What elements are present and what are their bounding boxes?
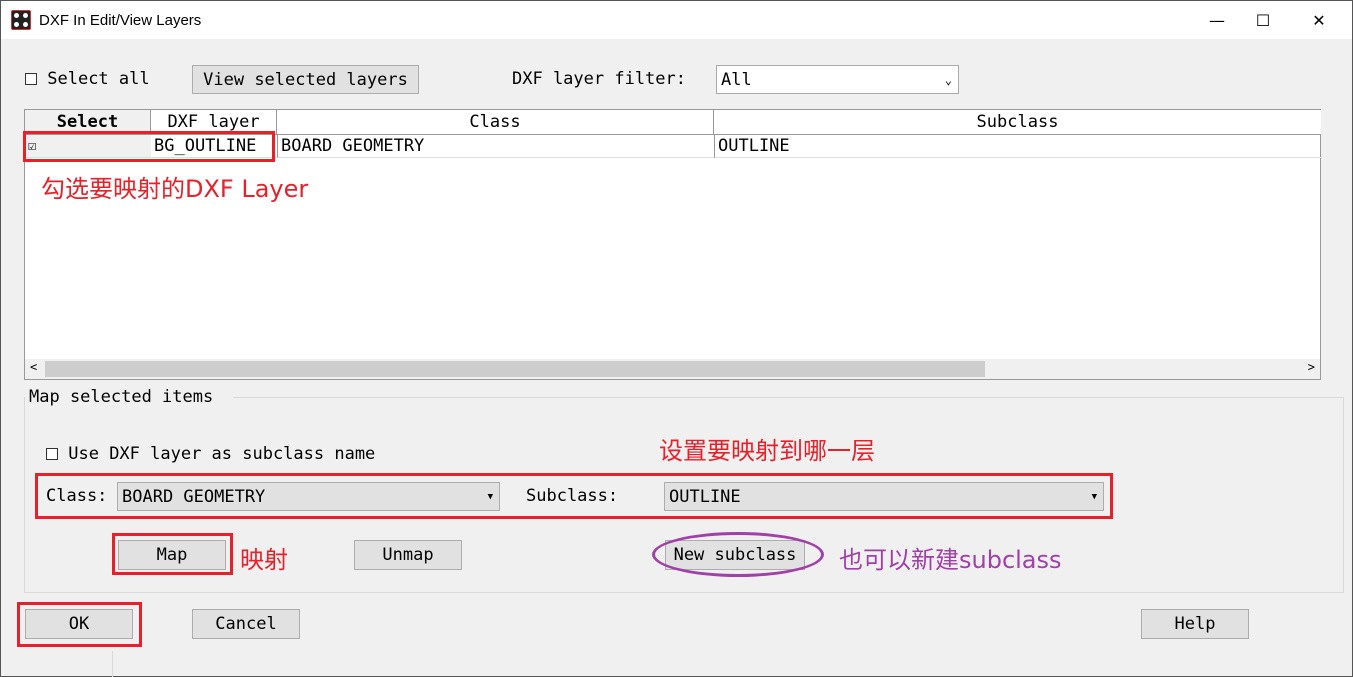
layer-filter-select[interactable]: All ⌄ xyxy=(716,65,959,94)
filter-label: DXF layer filter: xyxy=(512,69,686,89)
close-button[interactable]: ✕ xyxy=(1296,1,1342,39)
select-all-checkbox[interactable]: Select all xyxy=(25,69,150,89)
help-button[interactable]: Help xyxy=(1141,609,1249,639)
cell-subclass: OUTLINE xyxy=(714,135,1321,158)
annotation-set-layer: 设置要映射到哪一层 xyxy=(659,437,875,465)
scroll-right-icon[interactable]: > xyxy=(1308,360,1315,374)
annotation-select-layer: 勾选要映射的DXF Layer xyxy=(41,175,309,203)
use-dxf-subclass-checkbox[interactable]: Use DXF layer as subclass name xyxy=(46,444,375,464)
minimize-button[interactable]: — xyxy=(1194,1,1240,39)
highlight-box xyxy=(112,533,233,575)
use-dxf-label: Use DXF layer as subclass name xyxy=(68,444,376,464)
highlight-box xyxy=(17,602,142,647)
map-group-title: Map selected items xyxy=(29,387,214,407)
maximize-button[interactable]: ☐ xyxy=(1240,1,1286,39)
column-header-class[interactable]: Class xyxy=(277,110,714,135)
dialog-window: DXF In Edit/View Layers — ☐ ✕ Select all… xyxy=(0,0,1353,677)
horizontal-scrollbar[interactable]: < > xyxy=(25,359,1320,379)
highlight-box xyxy=(35,473,1113,519)
scroll-left-icon[interactable]: < xyxy=(30,360,37,374)
chevron-down-icon: ⌄ xyxy=(944,72,952,87)
scrollbar-thumb[interactable] xyxy=(45,361,985,377)
unmap-button[interactable]: Unmap xyxy=(354,540,462,570)
cancel-button[interactable]: Cancel xyxy=(192,609,300,639)
title-bar: DXF In Edit/View Layers — ☐ ✕ xyxy=(1,1,1352,39)
checkbox-icon xyxy=(25,73,37,85)
column-header-subclass[interactable]: Subclass xyxy=(714,110,1321,135)
annotation-new-subclass: 也可以新建subclass xyxy=(839,546,1062,574)
cell-class: BOARD GEOMETRY xyxy=(277,135,714,158)
view-selected-layers-button[interactable]: View selected layers xyxy=(192,65,419,94)
highlight-ellipse xyxy=(652,532,824,577)
filter-value: All xyxy=(721,69,752,90)
annotation-map: 映射 xyxy=(240,546,288,574)
checkbox-icon xyxy=(46,448,58,460)
status-divider xyxy=(112,651,113,677)
window-title: DXF In Edit/View Layers xyxy=(39,11,202,29)
select-all-label: Select all xyxy=(47,69,150,89)
app-icon xyxy=(11,10,31,30)
highlight-box xyxy=(23,131,275,162)
